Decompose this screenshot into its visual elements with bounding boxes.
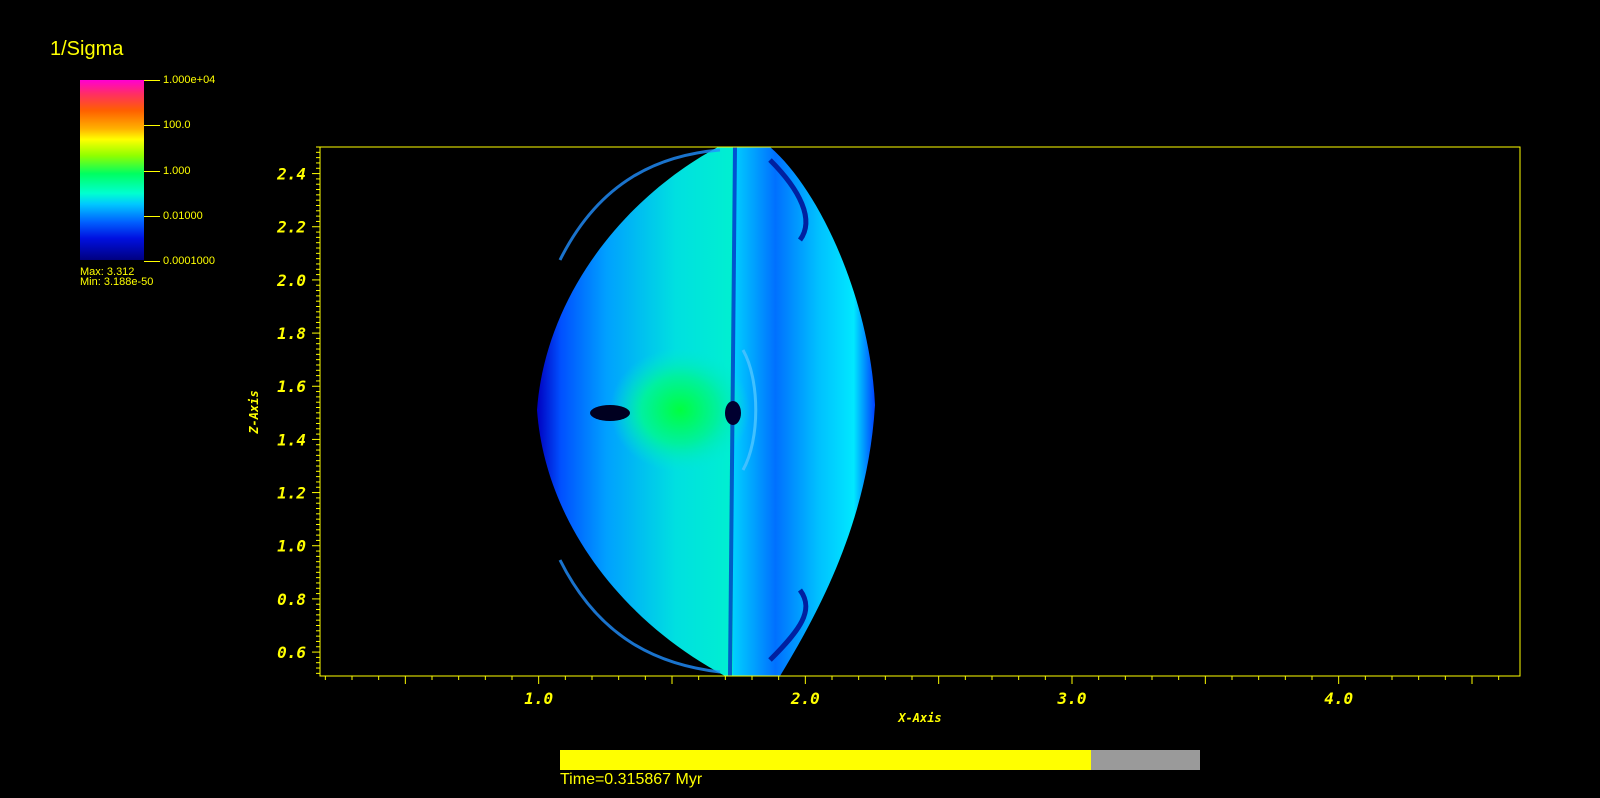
y-tick-label: 1.0 xyxy=(277,537,306,556)
heatmap-field xyxy=(537,147,875,676)
time-label: Time=0.315867 Myr xyxy=(560,771,703,788)
plot-area: 1.0 2.0 3.0 4.0 0.6 0.8 1.0 1.2 1.4 1.6 1.8 2.0 2.2… xyxy=(247,146,1521,725)
y-tick-label: 2.2 xyxy=(276,218,306,237)
x-tick-label: 3.0 xyxy=(1057,689,1087,708)
plot-frame xyxy=(319,146,1521,677)
y-axis-tick-labels: 0.6 0.8 1.0 1.2 1.4 1.6 1.8 2.0 2.2 2.4 xyxy=(276,165,306,662)
y-tick-label: 1.8 xyxy=(277,324,306,343)
y-tick-label: 2.0 xyxy=(276,271,306,290)
y-tick-label: 1.4 xyxy=(277,430,306,449)
y-tick-label: 2.4 xyxy=(276,165,306,184)
x-axis-tick-labels: 1.0 2.0 3.0 4.0 xyxy=(524,689,1353,708)
time-progress-bar xyxy=(560,750,1200,770)
y-axis-ticks xyxy=(312,146,320,674)
x-tick-label: 2.0 xyxy=(790,689,820,708)
y-tick-label: 1.6 xyxy=(277,377,306,396)
y-tick-label: 1.2 xyxy=(277,484,306,503)
x-axis-ticks xyxy=(324,676,1500,684)
x-tick-label: 1.0 xyxy=(524,689,553,708)
y-axis-title: Z-Axis xyxy=(247,390,261,434)
x-tick-label: 4.0 xyxy=(1324,689,1353,708)
y-tick-label: 0.6 xyxy=(277,643,306,662)
time-progress-fill xyxy=(560,750,1092,770)
x-axis-title: X-Axis xyxy=(897,711,941,725)
y-tick-label: 0.8 xyxy=(277,590,306,609)
